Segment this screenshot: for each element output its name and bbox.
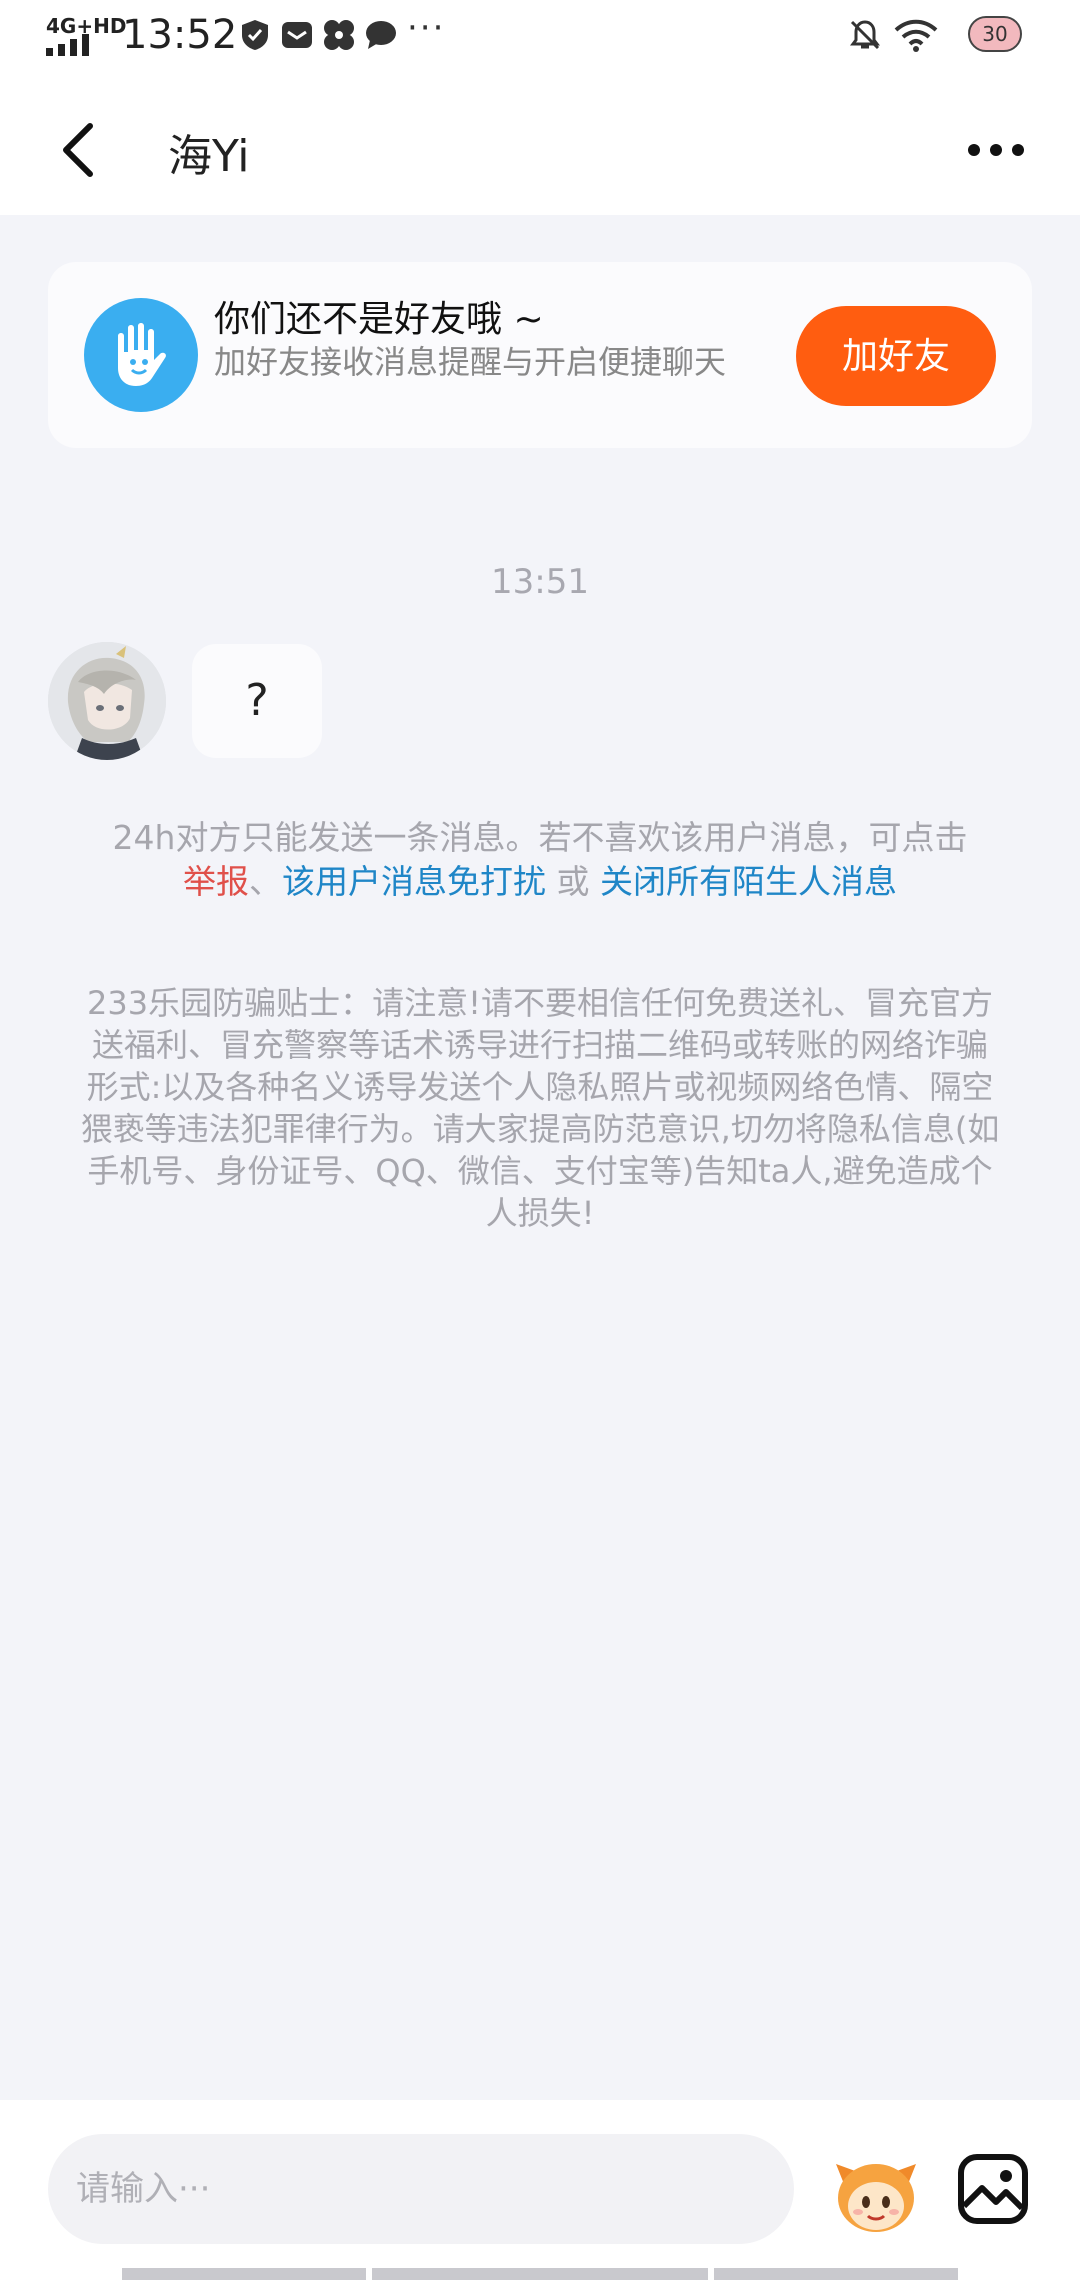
input-bar xyxy=(0,2100,1080,2280)
nav-bar-segment xyxy=(714,2268,958,2280)
shield-icon xyxy=(242,20,268,50)
mute-user-link[interactable]: 该用户消息免打扰 xyxy=(282,862,546,901)
more-dots-icon[interactable] xyxy=(966,138,1026,162)
hand-wave-glyph xyxy=(118,323,166,386)
close-stranger-messages-link[interactable]: 关闭所有陌生人消息 xyxy=(600,862,897,901)
notice-text: 24h对方只能发送一条消息。若不喜欢该用户消息，可点击 xyxy=(112,818,968,857)
avatar-illustration xyxy=(48,642,166,760)
avatar[interactable] xyxy=(48,642,166,760)
bell-muted-icon xyxy=(850,20,880,50)
status-time: 13:52 xyxy=(122,12,238,58)
anti-fraud-tips: 233乐园防骗贴士：请注意!请不要相信任何免费送礼、冒充官方送福利、冒充警察等话… xyxy=(80,984,1000,1232)
message-input[interactable] xyxy=(48,2134,794,2244)
signal-icon xyxy=(46,34,89,56)
nav-bar-segment xyxy=(122,2268,366,2280)
report-link[interactable]: 举报 xyxy=(183,862,249,901)
message-bubble[interactable]: ? xyxy=(192,644,322,758)
chat-header: 海Yi xyxy=(0,80,1080,210)
mascot-emoji-icon[interactable] xyxy=(832,2150,920,2238)
message-timestamp: 13:51 xyxy=(491,562,589,602)
mail-icon xyxy=(282,22,312,48)
hand-wave-icon xyxy=(84,298,198,412)
not-friends-card: 你们还不是好友哦 ~ 加好友接收消息提醒与开启便捷聊天 加好友 xyxy=(48,262,1032,448)
add-friend-button[interactable]: 加好友 xyxy=(796,306,996,406)
chat-bubble-icon xyxy=(366,21,396,49)
stranger-message-notice: 24h对方只能发送一条消息。若不喜欢该用户消息，可点击 举报、该用户消息免打扰 … xyxy=(60,816,1020,904)
fan-icon xyxy=(324,20,354,50)
notice-or: 或 xyxy=(556,862,590,901)
battery-icon: 30 xyxy=(968,16,1022,52)
status-overflow: ··· xyxy=(407,8,446,48)
back-chevron-icon[interactable] xyxy=(56,120,100,180)
notice-separator: 、 xyxy=(249,862,282,901)
wifi-icon xyxy=(894,19,938,52)
chat-title: 海Yi xyxy=(168,131,250,182)
image-icon[interactable] xyxy=(956,2152,1030,2226)
top-area: 4G+HD 13:52 ··· 30 海Yi xyxy=(0,0,1080,215)
card-subtitle: 加好友接收消息提醒与开启便捷聊天 xyxy=(214,343,727,381)
nav-bar-segment xyxy=(372,2268,708,2280)
status-bar: 4G+HD 13:52 ··· 30 xyxy=(0,0,1080,70)
card-title: 你们还不是好友哦 ~ xyxy=(214,299,544,340)
